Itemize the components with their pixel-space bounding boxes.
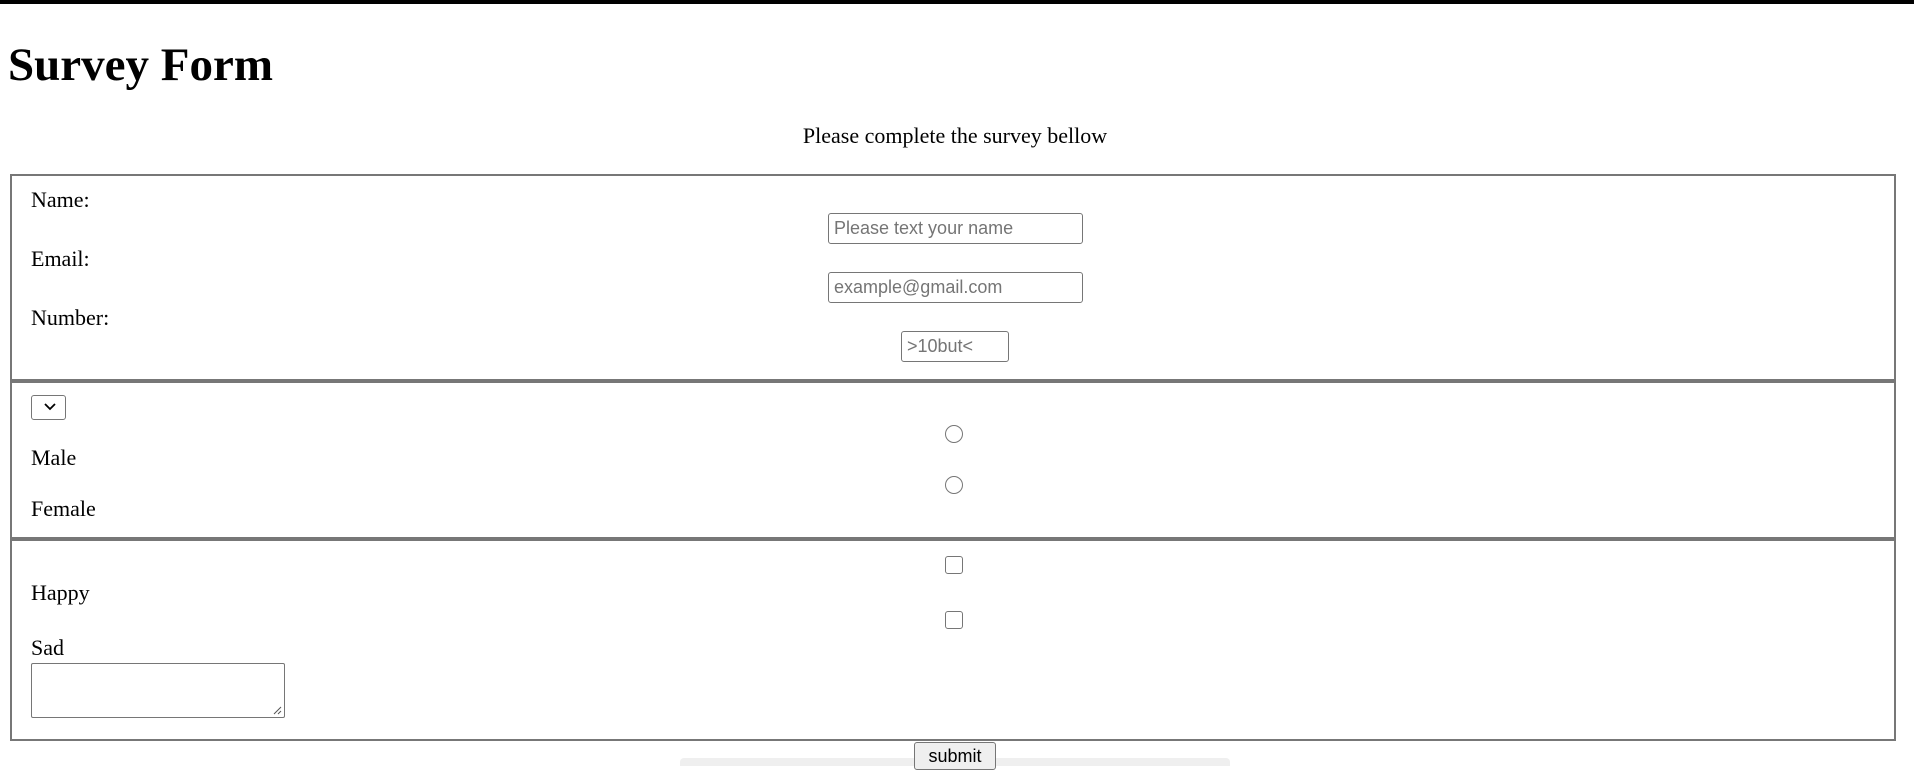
- mood-label-happy: Happy: [31, 580, 90, 605]
- gender-fieldset: [10, 381, 1896, 539]
- intro-text: Please complete the survey bellow: [802, 123, 1108, 148]
- chevron-down-icon: [44, 403, 56, 411]
- name-input[interactable]: [828, 213, 1083, 244]
- mood-label-sad: Sad: [31, 635, 64, 660]
- email-input[interactable]: [828, 272, 1083, 303]
- radio-female[interactable]: [945, 476, 963, 494]
- resize-grip-icon[interactable]: [273, 706, 282, 715]
- top-border: [0, 0, 1914, 4]
- number-input[interactable]: [901, 331, 1009, 362]
- name-label: Name:: [31, 187, 90, 212]
- gender-label-female: Female: [31, 496, 96, 521]
- gender-label-male: Male: [31, 445, 77, 470]
- email-label: Email:: [31, 246, 90, 271]
- dropdown-select[interactable]: [31, 395, 66, 420]
- checkbox-sad[interactable]: [945, 611, 963, 629]
- comment-textarea[interactable]: [31, 663, 285, 718]
- page-title: Survey Form: [8, 39, 273, 91]
- checkbox-happy[interactable]: [945, 556, 963, 574]
- radio-male[interactable]: [945, 425, 963, 443]
- number-label: Number:: [31, 305, 110, 330]
